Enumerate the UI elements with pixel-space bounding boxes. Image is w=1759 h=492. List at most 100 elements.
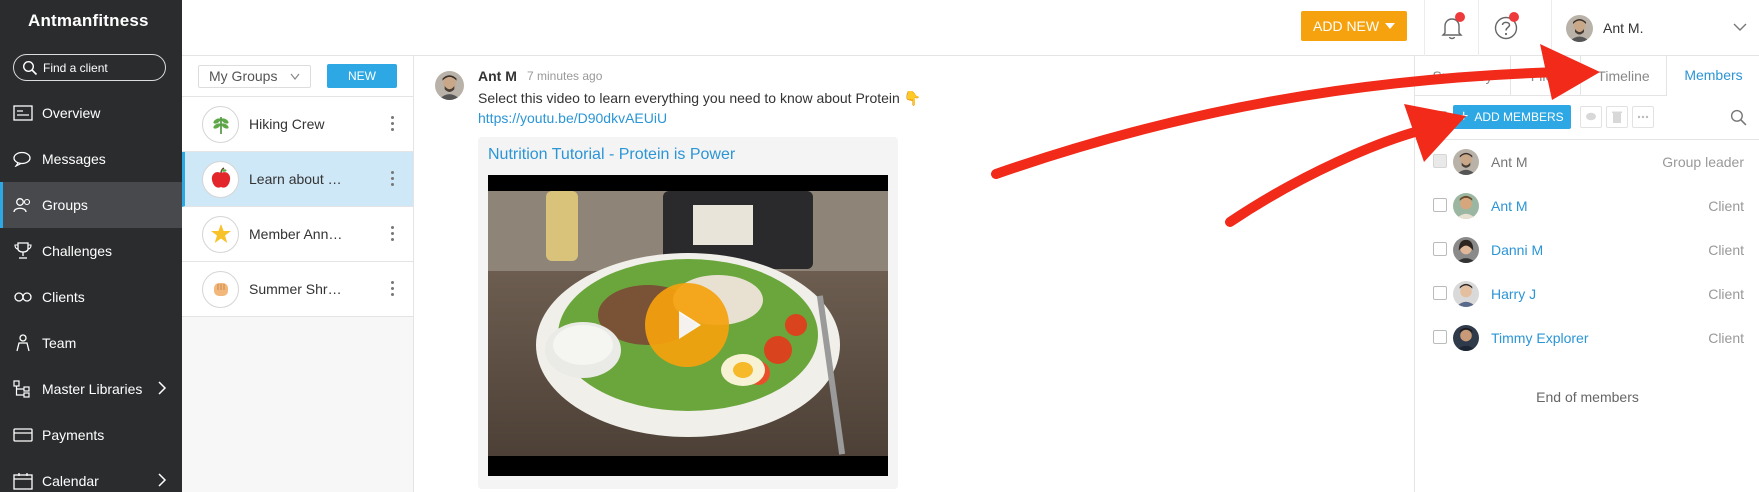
groups-icon [12, 196, 34, 214]
leaf-icon [202, 105, 239, 143]
tab-members[interactable]: Members [1667, 56, 1759, 96]
sidebar-item-label: Groups [42, 197, 88, 213]
find-client-search[interactable]: Find a client [13, 54, 166, 81]
member-name[interactable]: Harry J [1491, 286, 1536, 302]
add-new-button[interactable]: ADD NEW [1301, 11, 1407, 41]
tab-timeline[interactable]: Timeline [1581, 56, 1667, 96]
fist-icon [202, 270, 239, 308]
member-avatar [1453, 281, 1479, 307]
sidebar-item-messages[interactable]: Messages [0, 136, 182, 182]
sidebar-item-team[interactable]: Team [0, 320, 182, 366]
play-icon [679, 311, 701, 339]
group-name: Hiking Crew [249, 116, 325, 132]
more-vertical-icon[interactable] [391, 281, 395, 299]
video-card: Nutrition Tutorial - Protein is Power [478, 137, 898, 489]
messages-icon [12, 150, 34, 168]
video-thumbnail[interactable] [488, 175, 888, 476]
member-row[interactable]: Timmy Explorer Client [1415, 316, 1759, 360]
group-item-hiking-crew[interactable]: Hiking Crew [182, 97, 413, 152]
member-row[interactable]: Danni M Client [1415, 228, 1759, 272]
group-name: Learn about … [249, 171, 342, 187]
member-name[interactable]: Ant M [1491, 198, 1528, 214]
user-menu[interactable]: Ant M. [1551, 0, 1759, 56]
sidebar: Antmanfitness Find a client Overview Mes… [0, 0, 182, 492]
overview-icon [12, 104, 34, 122]
tab-summary[interactable]: Summary [1415, 56, 1511, 96]
member-checkbox[interactable] [1433, 242, 1447, 256]
post-time: 7 minutes ago [527, 69, 603, 83]
message-members-button[interactable] [1580, 106, 1602, 128]
more-vertical-icon[interactable] [391, 171, 395, 189]
sidebar-nav: Overview Messages Groups Challenges Clie… [0, 90, 182, 492]
group-item-member-announcements[interactable]: Member Ann… [182, 207, 413, 262]
member-checkbox[interactable] [1433, 330, 1447, 344]
sidebar-item-challenges[interactable]: Challenges [0, 228, 182, 274]
chevron-right-icon [158, 381, 167, 395]
member-checkbox [1433, 154, 1447, 168]
sidebar-item-label: Master Libraries [42, 381, 143, 397]
help-dot [1509, 12, 1519, 22]
more-vertical-icon[interactable] [391, 116, 395, 134]
search-placeholder: Find a client [43, 61, 108, 75]
member-checkbox[interactable] [1433, 286, 1447, 300]
add-new-label: ADD NEW [1313, 18, 1380, 34]
group-item-learn-about[interactable]: Learn about … [182, 152, 413, 207]
sidebar-item-label: Challenges [42, 243, 113, 259]
top-bar: ADD NEW Ant M. [182, 0, 1759, 56]
sidebar-item-clients[interactable]: Clients [0, 274, 182, 320]
member-name[interactable]: Timmy Explorer [1491, 330, 1589, 346]
new-group-button[interactable]: NEW [327, 64, 397, 88]
select-all-checkbox[interactable] [1433, 111, 1447, 125]
post-author[interactable]: Ant M [478, 68, 517, 84]
tab-files[interactable]: Files [1511, 56, 1581, 96]
sidebar-item-label: Clients [42, 289, 85, 305]
member-name[interactable]: Danni M [1491, 242, 1543, 258]
payments-icon [12, 426, 34, 444]
member-row[interactable]: Harry J Client [1415, 272, 1759, 316]
apple-icon [202, 160, 239, 198]
member-role: Client [1708, 198, 1744, 214]
star-icon [202, 215, 239, 253]
member-checkbox[interactable] [1433, 198, 1447, 212]
sidebar-item-groups[interactable]: Groups [0, 182, 182, 228]
calendar-icon [12, 472, 34, 490]
more-horizontal-icon [1637, 115, 1649, 119]
post-link[interactable]: https://youtu.be/D90dkvAEUiU [478, 110, 667, 126]
group-item-summer-shred[interactable]: Summer Shre… [182, 262, 413, 317]
sidebar-item-label: Payments [42, 427, 105, 443]
video-card-title[interactable]: Nutrition Tutorial - Protein is Power [488, 146, 735, 164]
my-groups-dropdown[interactable]: My Groups [198, 65, 311, 88]
add-members-label: ADD MEMBERS [1474, 110, 1564, 124]
sidebar-item-overview[interactable]: Overview [0, 90, 182, 136]
sidebar-item-calendar[interactable]: Calendar [0, 458, 182, 492]
plus-icon: + [1459, 108, 1469, 125]
sidebar-item-payments[interactable]: Payments [0, 412, 182, 458]
chat-icon [1586, 112, 1596, 121]
chevron-right-icon [158, 473, 167, 487]
user-avatar [1566, 14, 1593, 42]
notifications-button[interactable] [1424, 0, 1478, 56]
delete-members-button[interactable] [1606, 106, 1628, 128]
help-button[interactable] [1478, 0, 1532, 56]
add-members-button[interactable]: + ADD MEMBERS [1453, 105, 1571, 129]
sidebar-item-label: Messages [42, 151, 106, 167]
member-role: Client [1708, 242, 1744, 258]
search-icon [22, 60, 38, 76]
groups-panel: My Groups NEW Hiking Crew Learn about … … [182, 56, 414, 492]
group-name: Member Ann… [249, 226, 343, 242]
clients-icon [12, 288, 34, 306]
member-row[interactable]: Ant M Client [1415, 184, 1759, 228]
sidebar-item-master-libraries[interactable]: Master Libraries [0, 366, 182, 412]
member-role: Client [1708, 330, 1744, 346]
more-actions-button[interactable] [1632, 106, 1654, 128]
more-vertical-icon[interactable] [391, 226, 395, 244]
play-button[interactable] [645, 283, 729, 367]
sidebar-item-label: Overview [42, 105, 101, 121]
member-role: Client [1708, 286, 1744, 302]
end-of-members: End of members [1536, 389, 1639, 405]
member-row[interactable]: Ant M Group leader [1415, 140, 1759, 184]
trash-icon [1612, 111, 1622, 123]
member-name: Ant M [1491, 154, 1528, 170]
sidebar-item-label: Team [42, 335, 77, 351]
search-icon[interactable] [1730, 109, 1747, 126]
